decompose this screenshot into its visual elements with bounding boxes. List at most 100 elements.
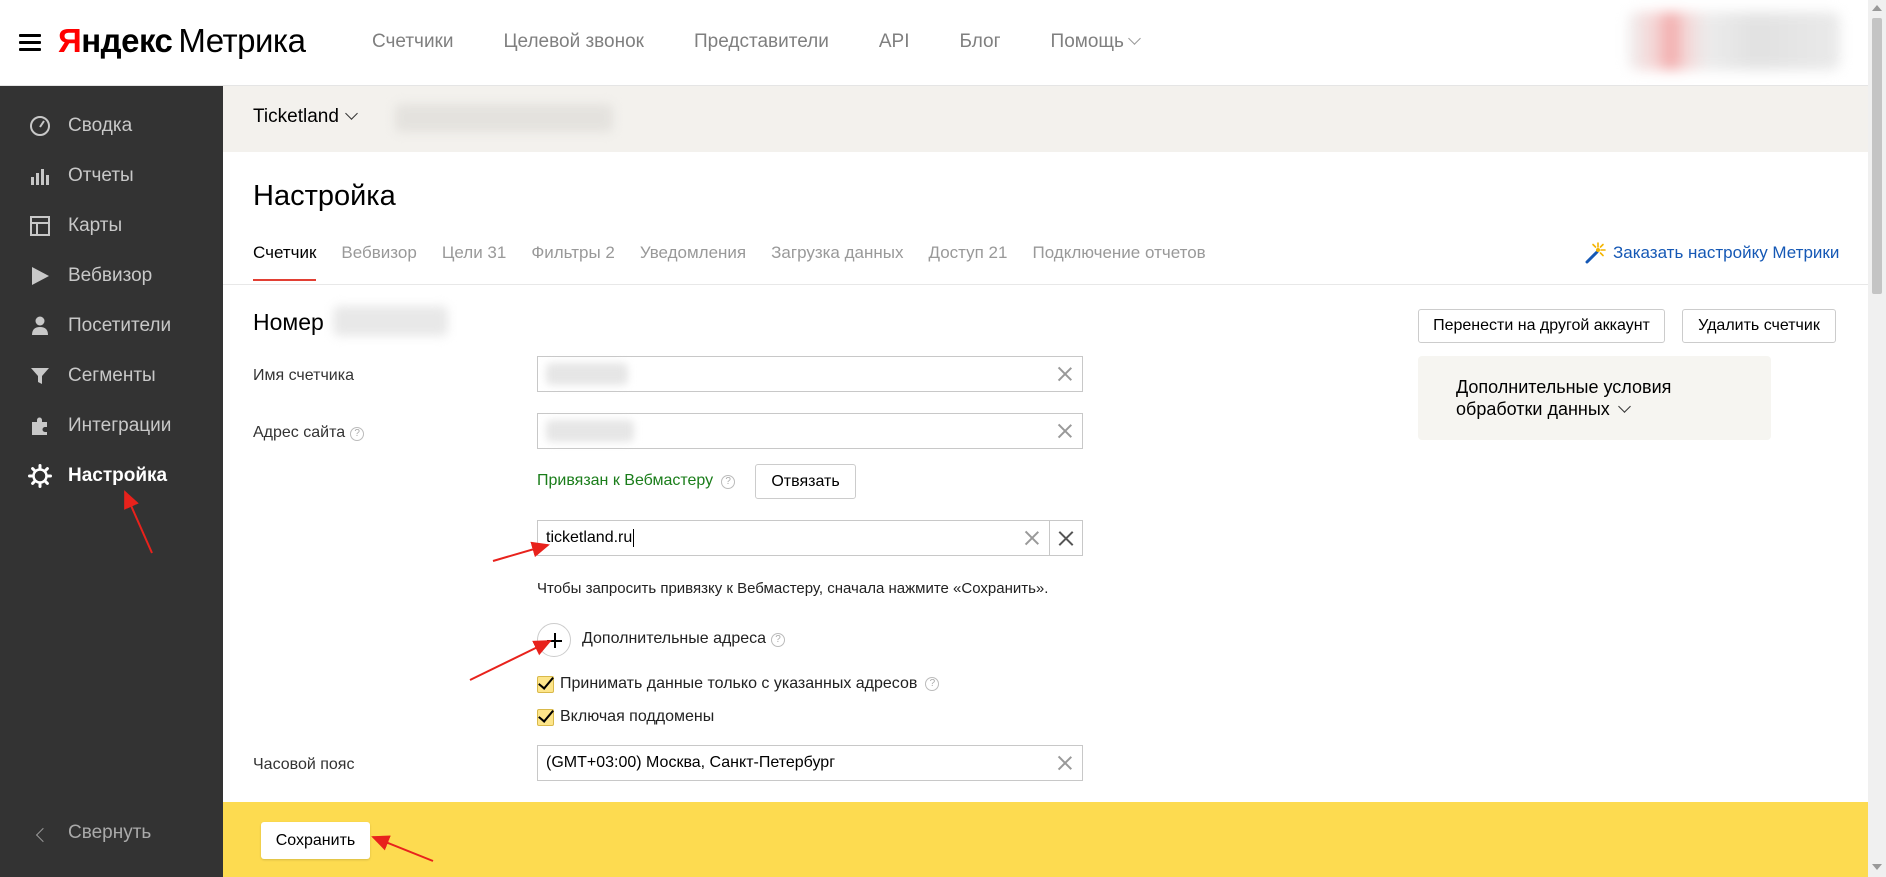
tab-access[interactable]: Доступ 21 bbox=[928, 243, 1007, 281]
sidebar-item-webvisor[interactable]: Вебвизор bbox=[0, 256, 223, 296]
play-icon bbox=[28, 264, 52, 288]
tab-report-connection[interactable]: Подключение отчетов bbox=[1032, 243, 1205, 281]
topnav-help-label: Помощь bbox=[1050, 31, 1124, 52]
counter-number-title: Номер bbox=[253, 309, 324, 335]
include-subdomains-checkbox[interactable] bbox=[537, 708, 554, 726]
sidebar-item-label: Интеграции bbox=[68, 415, 172, 436]
counter-name-redacted bbox=[546, 363, 628, 385]
delete-counter-button[interactable]: Удалить счетчик bbox=[1682, 309, 1836, 343]
topnav-representatives[interactable]: Представители bbox=[694, 31, 829, 53]
counter-name-label: Имя счетчика bbox=[253, 367, 354, 384]
clear-icon[interactable] bbox=[1057, 366, 1073, 382]
sidebar-item-label: Сводка bbox=[68, 115, 133, 136]
scroll-thumb[interactable] bbox=[1872, 18, 1882, 294]
topnav-counters[interactable]: Счетчики bbox=[372, 31, 453, 53]
tab-notifications[interactable]: Уведомления bbox=[640, 243, 746, 281]
filter-icon bbox=[28, 364, 52, 388]
chevron-left-icon bbox=[35, 827, 51, 843]
save-button[interactable]: Сохранить bbox=[261, 822, 370, 859]
sidebar-item-visitors[interactable]: Посетители bbox=[0, 306, 223, 346]
extra-data-conditions[interactable]: Дополнительные условия обработки данных bbox=[1418, 356, 1771, 440]
topnav-api[interactable]: API bbox=[879, 31, 910, 53]
bar-chart-icon bbox=[28, 164, 52, 188]
counter-number-redacted bbox=[333, 306, 448, 336]
remove-address-button[interactable] bbox=[1049, 520, 1083, 556]
collapse-label: Свернуть bbox=[68, 822, 152, 843]
clear-icon[interactable] bbox=[1024, 530, 1040, 546]
include-subdomains-row[interactable]: Включая поддомены bbox=[537, 708, 714, 726]
scroll-down-arrow-icon[interactable] bbox=[1872, 864, 1882, 870]
accept-only-listed-row[interactable]: Принимать данные только с указанных адре… bbox=[537, 675, 940, 693]
settings-tabs: Счетчик Вебвизор Цели 31 Фильтры 2 Уведо… bbox=[253, 243, 1231, 281]
sidebar-item-label: Посетители bbox=[68, 315, 172, 336]
tabs-divider bbox=[223, 284, 1868, 285]
move-account-button[interactable]: Перенести на другой аккаунт bbox=[1418, 309, 1665, 343]
scroll-up-arrow-icon[interactable] bbox=[1872, 5, 1882, 11]
topnav-target-call[interactable]: Целевой звонок bbox=[503, 31, 644, 53]
save-bar bbox=[223, 802, 1868, 877]
site-address-redacted bbox=[546, 420, 634, 442]
help-icon[interactable]: ? bbox=[350, 427, 365, 441]
sidebar-item-reports[interactable]: Отчеты bbox=[0, 156, 223, 196]
counter-name: Ticketland bbox=[253, 106, 339, 127]
sidebar-item-label: Отчеты bbox=[68, 165, 134, 186]
help-icon[interactable]: ? bbox=[771, 633, 786, 647]
sidebar-item-settings[interactable]: Настройка bbox=[0, 456, 223, 496]
order-setup-link[interactable]: Заказать настройку Метрики bbox=[1583, 240, 1839, 266]
logo-ya-letter: Я bbox=[58, 22, 82, 59]
extra-addresses-label[interactable]: Дополнительные адреса? bbox=[582, 630, 786, 648]
counter-selector[interactable]: Ticketland bbox=[253, 106, 358, 128]
counter-bar: Ticketland bbox=[223, 86, 1868, 152]
add-address-plus-icon[interactable] bbox=[537, 623, 571, 657]
tab-counter[interactable]: Счетчик bbox=[253, 243, 317, 281]
extra-conditions-line2: обработки данных bbox=[1456, 399, 1610, 419]
mirror-address-input[interactable]: ticketland.ru bbox=[537, 520, 1050, 556]
magic-wand-icon bbox=[1585, 242, 1606, 264]
webmaster-link-label: Привязан к Вебмастеру bbox=[537, 472, 714, 489]
text-caret bbox=[633, 529, 635, 547]
site-address-input[interactable] bbox=[537, 413, 1083, 449]
counter-name-input[interactable] bbox=[537, 356, 1083, 392]
help-icon[interactable]: ? bbox=[721, 475, 736, 489]
site-address-label-text: Адрес сайта bbox=[253, 424, 346, 441]
sidebar-item-segments[interactable]: Сегменты bbox=[0, 356, 223, 396]
chevron-down-icon bbox=[345, 107, 358, 120]
order-setup-label: Заказать настройку Метрики bbox=[1613, 243, 1840, 262]
top-header: Яндекс Метрика Счетчики Целевой звонок Пр… bbox=[0, 0, 1868, 86]
page-title: Настройка bbox=[253, 180, 396, 212]
sidebar: Сводка Отчеты Карты Вебвизор Посетители … bbox=[0, 86, 223, 877]
site-address-label: Адрес сайта? bbox=[253, 424, 365, 442]
unlink-button[interactable]: Отвязать bbox=[755, 464, 856, 499]
map-layout-icon bbox=[28, 214, 52, 238]
webmaster-hint: Чтобы запросить привязку к Вебмастеру, с… bbox=[537, 580, 1049, 597]
gear-icon bbox=[28, 464, 52, 488]
yandex-metrika-logo[interactable]: Яндекс Метрика bbox=[58, 22, 306, 60]
timezone-label: Часовой пояс bbox=[253, 756, 355, 773]
webmaster-linked-status[interactable]: Привязан к Вебмастеру? bbox=[537, 472, 736, 490]
sidebar-item-integrations[interactable]: Интеграции bbox=[0, 406, 223, 446]
clear-icon[interactable] bbox=[1057, 423, 1073, 439]
extra-conditions-line1: Дополнительные условия bbox=[1456, 377, 1672, 397]
menu-burger-icon[interactable] bbox=[19, 34, 41, 52]
topnav-blog[interactable]: Блог bbox=[959, 31, 1000, 53]
tab-webvisor[interactable]: Вебвизор bbox=[341, 243, 416, 281]
logo-product: Метрика bbox=[178, 22, 306, 59]
accept-only-label: Принимать данные только с указанных адре… bbox=[560, 675, 918, 692]
page-scrollbar[interactable] bbox=[1868, 0, 1886, 877]
tab-goals[interactable]: Цели 31 bbox=[442, 243, 507, 281]
accept-only-checkbox[interactable] bbox=[537, 675, 554, 693]
tab-filters[interactable]: Фильтры 2 bbox=[531, 243, 615, 281]
help-icon[interactable]: ? bbox=[925, 677, 940, 691]
dashboard-icon bbox=[28, 114, 52, 138]
timezone-value: (GMT+03:00) Москва, Санкт-Петербург bbox=[546, 754, 836, 771]
topnav-help[interactable]: Помощь bbox=[1050, 31, 1141, 53]
timezone-select[interactable]: (GMT+03:00) Москва, Санкт-Петербург bbox=[537, 745, 1083, 781]
sidebar-item-label: Сегменты bbox=[68, 365, 156, 386]
sidebar-item-summary[interactable]: Сводка bbox=[0, 106, 223, 146]
tab-data-upload[interactable]: Загрузка данных bbox=[771, 243, 903, 281]
user-avatar[interactable] bbox=[1628, 12, 1840, 70]
user-icon bbox=[28, 314, 52, 338]
sidebar-item-maps[interactable]: Карты bbox=[0, 206, 223, 246]
clear-icon[interactable] bbox=[1057, 755, 1073, 771]
sidebar-collapse[interactable]: Свернуть bbox=[0, 814, 223, 854]
